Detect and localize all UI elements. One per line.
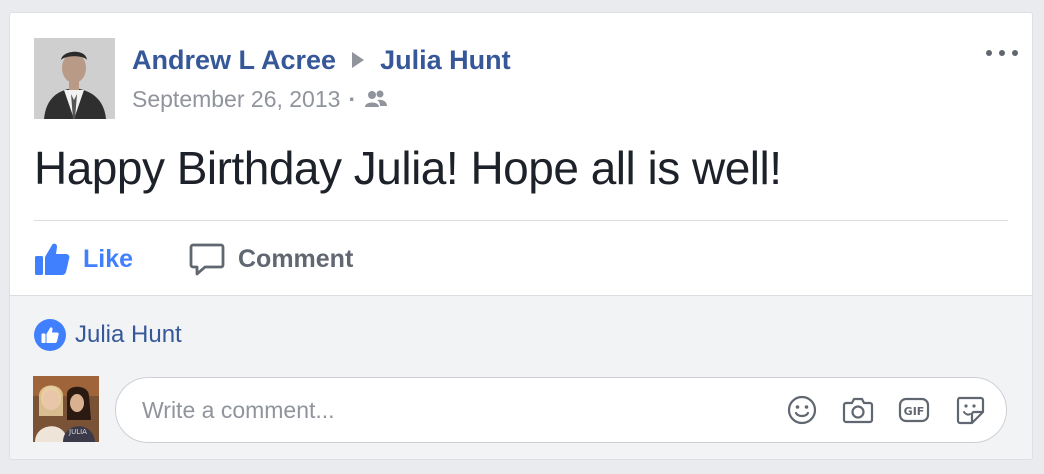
svg-text:JULIA: JULIA: [68, 428, 87, 436]
comment-input-box[interactable]: GIF: [115, 377, 1007, 443]
svg-text:GIF: GIF: [903, 405, 924, 418]
more-options-icon[interactable]: [986, 43, 1018, 63]
meta-separator: ·: [348, 85, 357, 112]
like-button[interactable]: Like: [34, 238, 133, 280]
like-label: Like: [83, 244, 134, 273]
author-name-link[interactable]: Andrew L Acree: [132, 45, 336, 76]
comment-button[interactable]: Comment: [189, 238, 353, 280]
post-meta: September 26, 2013 ·: [132, 84, 388, 114]
liker-name-link[interactable]: Julia Hunt: [75, 321, 182, 349]
friends-icon[interactable]: [364, 89, 388, 109]
emoji-icon[interactable]: [785, 394, 818, 427]
post-header-names: Andrew L Acree Julia Hunt: [132, 42, 511, 78]
triangle-right-icon: [352, 52, 365, 68]
like-reaction-icon: [34, 319, 66, 351]
camera-icon[interactable]: [841, 394, 874, 427]
comment-bubble-icon: [189, 241, 225, 277]
author-avatar[interactable]: [34, 38, 115, 119]
divider: [34, 220, 1008, 221]
sticker-icon[interactable]: [953, 394, 986, 427]
post-body-text: Happy Birthday Julia! Hope all is well!: [34, 142, 782, 194]
comments-section: Julia Hunt JULIA Write a comment... GIF: [10, 295, 1032, 459]
post-card: Andrew L Acree Julia Hunt September 26, …: [9, 12, 1033, 460]
comment-input[interactable]: [140, 395, 744, 425]
recipient-name-link[interactable]: Julia Hunt: [380, 45, 511, 76]
gif-icon[interactable]: GIF: [897, 394, 930, 427]
current-user-avatar[interactable]: JULIA: [33, 376, 99, 442]
thumbs-up-icon: [34, 241, 70, 277]
comment-label: Comment: [238, 244, 354, 273]
comment-tools: GIF: [785, 378, 986, 442]
post-timestamp[interactable]: September 26, 2013: [132, 86, 340, 113]
likes-summary: Julia Hunt: [34, 318, 182, 352]
